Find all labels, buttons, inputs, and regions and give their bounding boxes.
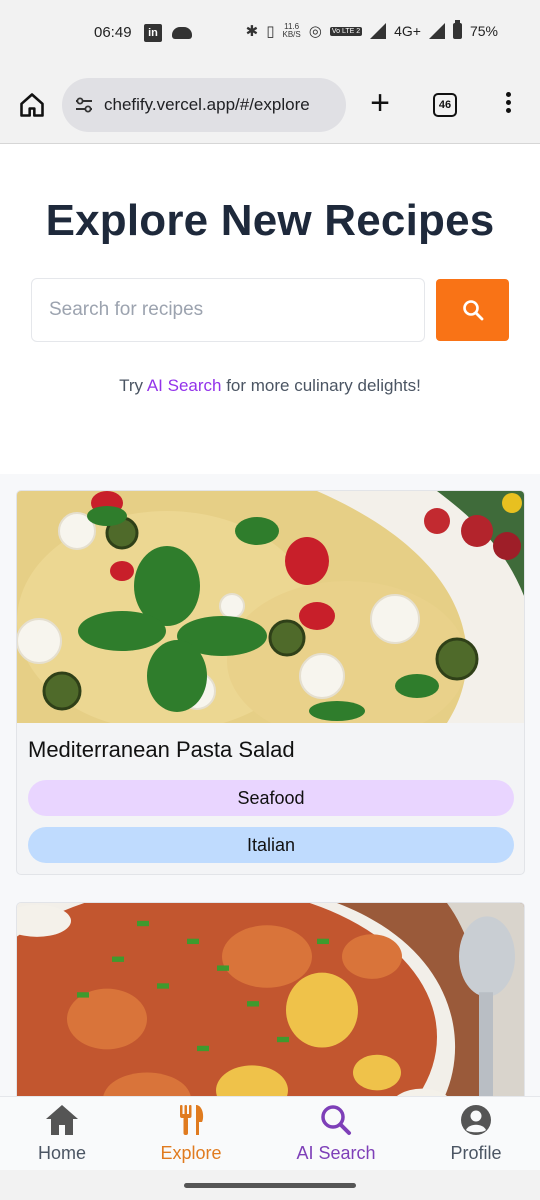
recipe-tag: Italian <box>28 827 514 863</box>
network-speed: 11.6 KB/S <box>282 22 301 39</box>
vibrate-icon: ▯ <box>266 23 275 40</box>
browser-toolbar: chefify.vercel.app/#/explore + 46 <box>0 66 540 144</box>
search-icon <box>321 1105 351 1135</box>
hero-section: Explore New Recipes Try AI Search for mo… <box>0 144 540 474</box>
url-text[interactable]: chefify.vercel.app/#/explore <box>104 95 310 115</box>
gesture-area <box>0 1170 540 1200</box>
gesture-handle[interactable] <box>184 1183 356 1188</box>
ai-search-tagline: Try AI Search for more culinary delights… <box>119 376 421 395</box>
browser-home-icon[interactable] <box>18 91 46 119</box>
recipe-card[interactable] <box>16 902 525 1096</box>
home-icon <box>46 1105 78 1135</box>
volte-icon: Vo LTE 2 <box>329 26 363 36</box>
recipe-tag: Seafood <box>28 780 514 816</box>
tab-switcher-button[interactable]: 46 <box>433 93 457 117</box>
profile-icon <box>461 1105 491 1135</box>
search-button[interactable] <box>436 279 509 341</box>
nav-ai-search[interactable]: AI Search <box>280 1103 392 1167</box>
nav-profile-label: Profile <box>450 1143 502 1163</box>
nav-profile[interactable]: Profile <box>436 1103 516 1167</box>
linkedin-icon: in <box>144 24 162 42</box>
new-tab-icon[interactable]: + <box>366 86 394 120</box>
bottom-nav: Home Explore AI Search Profile <box>0 1096 540 1170</box>
nav-home-label: Home <box>37 1143 86 1163</box>
recipe-image-pasta-salad[interactable] <box>17 491 525 723</box>
fork-knife-icon <box>180 1105 204 1135</box>
battery-level: 75% <box>469 23 498 39</box>
hotspot-icon: ◎ <box>308 23 322 40</box>
status-bar: 06:49 in ✱ ▯ 11.6 KB/S ◎ Vo LTE 2 4G+ 75… <box>0 0 540 66</box>
nav-home[interactable]: Home <box>22 1103 102 1167</box>
nav-explore[interactable]: Explore <box>146 1103 236 1167</box>
signal-2-icon <box>428 23 445 39</box>
recipe-title[interactable]: Mediterranean Pasta Salad <box>28 737 295 763</box>
overflow-menu-icon[interactable] <box>503 92 513 118</box>
bluetooth-icon: ✱ <box>245 23 259 40</box>
ai-search-link[interactable]: AI Search <box>147 376 222 395</box>
recipe-search-input[interactable] <box>31 278 425 342</box>
recipe-feed: Mediterranean Pasta Salad Seafood Italia… <box>0 474 540 1096</box>
page-title: Explore New Recipes <box>45 196 495 245</box>
battery-icon <box>452 20 462 39</box>
recipe-card[interactable]: Mediterranean Pasta Salad Seafood Italia… <box>16 490 525 875</box>
status-time: 06:49 <box>94 24 132 41</box>
nav-ai-search-label: AI Search <box>296 1143 376 1163</box>
nav-explore-label: Explore <box>160 1143 222 1163</box>
network-type: 4G+ <box>394 23 421 39</box>
address-bar[interactable]: chefify.vercel.app/#/explore <box>62 78 346 132</box>
search-icon <box>462 300 483 321</box>
site-settings-icon[interactable] <box>74 95 94 115</box>
cloud-icon <box>172 27 192 39</box>
signal-icon <box>370 23 387 39</box>
recipe-image-stew[interactable] <box>17 903 525 1096</box>
